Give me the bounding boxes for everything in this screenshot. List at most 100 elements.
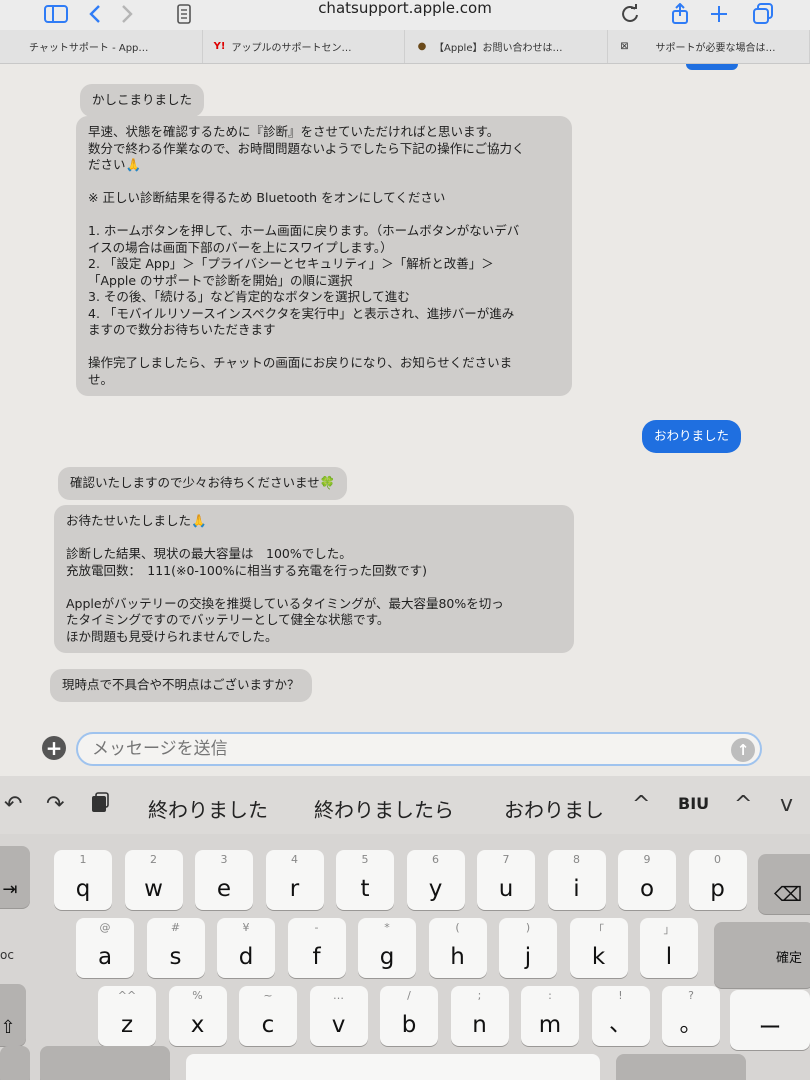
return-label: 確定 [775,951,802,966]
key-7[interactable]: 「k [569,918,628,978]
dash-key[interactable]: ー [730,990,810,1050]
caps-key[interactable]: oc [0,948,14,962]
key-label: f [312,944,321,970]
key-label: o [639,876,655,902]
key-2[interactable]: ¥ d [217,918,275,978]
key-4[interactable]: 5t [336,850,394,910]
key-label: p [710,876,725,902]
key-0[interactable]: 1q [54,850,112,910]
key-4[interactable]: * g [358,918,416,978]
key-label: l [665,944,673,970]
share-icon[interactable] [670,3,690,25]
tab-overview-icon[interactable] [752,3,774,25]
suggestion-2[interactable]: 終わりましたら [314,794,454,823]
shift-key[interactable]: ⇧ [0,984,26,1046]
key-7[interactable]: !、 [591,986,650,1046]
chat-transcript[interactable]: かしこまりました 早速、状態を確認するために『診断』をさせていただければと思いま… [0,64,810,720]
key-secondary-label: ( [455,921,460,934]
undo-icon[interactable]: ↶ [4,792,22,817]
key-3[interactable]: 4r [265,850,324,910]
key-secondary-label: : [548,989,552,1002]
key-secondary-label: - [314,921,319,934]
key-2[interactable]: 3e [195,850,253,910]
key-secondary-label: 3 [220,853,228,866]
delete-key[interactable]: ⌫ [758,854,810,914]
key-5[interactable]: 6y [406,850,465,910]
tab-apple-inquiry[interactable]: ● 【Apple】お問い合わせは… [405,30,608,63]
tab-yahoo-support[interactable]: Y! アップルのサポートセン… [203,30,405,63]
key-9[interactable]: 0p [688,850,747,910]
agent-message: お待たせいたしました🙏 診断した結果、現状の最大容量は 100%でした。 充放電… [54,505,574,653]
key-4[interactable]: / b [380,986,438,1046]
key-secondary-label: % [192,989,203,1002]
key-secondary-label: 4 [291,853,298,866]
message-input[interactable] [76,732,762,766]
key-secondary-label: 7 [502,853,510,866]
key-label: 。 [679,1011,703,1037]
key-label: h [450,944,465,970]
delete-icon: ⌫ [773,882,803,906]
key-label: v [331,1012,346,1038]
key-0[interactable]: ^^ z [98,986,156,1046]
tab-key[interactable]: ⇥ [0,846,30,908]
key-0[interactable]: @ a [76,918,134,978]
software-keyboard: ↶ ↷ 終わりました 終わりましたら おわりまし ^ BIU ^ v ⇥ 1q2… [0,776,810,1080]
key-secondary-label: ; [477,989,482,1002]
key-8[interactable]: ?。 [662,986,720,1046]
suggestion-1[interactable]: 終わりました [148,794,268,823]
globe-key[interactable] [0,1046,30,1080]
key-1[interactable]: # s [146,918,205,978]
add-attachment-button[interactable]: + [42,736,66,760]
key-1[interactable]: 2w [124,850,183,910]
key-7[interactable]: 8i [547,850,606,910]
chevron-up-icon[interactable]: ^ [632,792,650,817]
key-secondary-label: ~ [263,989,273,1002]
key-label: d [238,944,254,970]
reload-icon[interactable] [620,3,640,25]
agent-message: 現時点で不具合や不明点はございますか？ [50,669,312,702]
key-label: z [120,1012,134,1038]
suggestion-3[interactable]: おわりまし [504,794,604,823]
key-secondary-label: ? [688,989,694,1002]
number-key[interactable] [40,1046,170,1080]
message-composer: + ↑ [0,720,810,780]
key-label: c [261,1012,275,1038]
key-label: b [401,1012,417,1038]
key-1[interactable]: % x [168,986,227,1046]
tab-label: アップルのサポートセン… [231,43,352,54]
number-key-right[interactable] [616,1054,746,1080]
key-6[interactable]: 7u [477,850,535,910]
key-label: ー [758,1015,782,1041]
key-secondary-label: # [170,921,181,934]
key-6[interactable]: ) j [499,918,557,978]
paste-icon[interactable] [90,792,110,820]
key-2[interactable]: ~ c [239,986,297,1046]
send-button[interactable]: ↑ [731,738,755,762]
key-5[interactable]: ; n [450,986,509,1046]
key-label: a [97,944,113,970]
key-label: w [144,876,163,902]
key-3[interactable]: -f [287,918,346,978]
redo-icon[interactable]: ↷ [46,792,64,817]
yahoo-icon: Y! [213,41,226,52]
tab-chat-support[interactable]: チャットサポート - App… [0,30,203,63]
key-secondary-label: 」 [663,923,675,936]
tab-support-needed[interactable]: ⊠ サポートが必要な場合は… [608,30,810,63]
key-secondary-label: @ [99,921,111,934]
key-secondary-label: 6 [432,853,439,866]
key-6[interactable]: :m [521,986,579,1046]
key-5[interactable]: (h [428,918,487,978]
key-3[interactable]: … v [309,986,368,1046]
chevron-up-icon[interactable]: ^ [734,792,752,817]
key-8[interactable]: 9o [618,850,676,910]
space-key[interactable] [186,1054,600,1080]
key-label: n [472,1012,487,1038]
chevron-down-icon[interactable]: v [780,792,793,817]
return-key[interactable]: 確定 [714,922,810,988]
format-button[interactable]: BIU [678,794,709,813]
close-tab-icon[interactable]: ⊠ [618,41,632,52]
new-tab-icon[interactable] [710,3,728,25]
agent-message: かしこまりました [80,84,205,117]
key-8[interactable]: 」 l [640,918,698,978]
key-label: s [169,944,182,970]
